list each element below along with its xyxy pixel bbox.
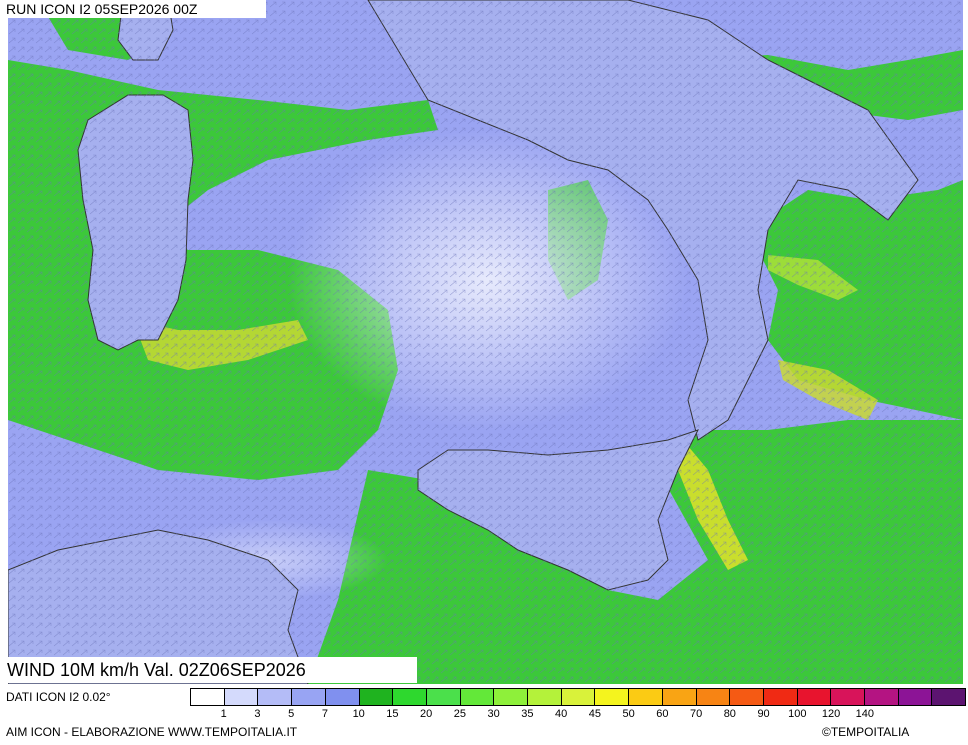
legend-swatch bbox=[932, 689, 966, 705]
legend-swatch bbox=[393, 689, 427, 705]
legend-swatch bbox=[730, 689, 764, 705]
data-source-label: DATI ICON I2 0.02° bbox=[6, 690, 111, 704]
legend-swatch bbox=[359, 689, 394, 705]
wind-arrow-field bbox=[8, 0, 963, 684]
legend-swatch bbox=[898, 689, 933, 705]
wind-speed-legend bbox=[190, 688, 966, 706]
legend-swatch bbox=[224, 689, 259, 705]
legend-swatch bbox=[426, 689, 461, 705]
run-label: RUN ICON I2 05SEP2026 00Z bbox=[4, 0, 266, 18]
legend-swatch bbox=[662, 689, 697, 705]
wind-map-canvas bbox=[8, 0, 963, 684]
legend-swatch bbox=[292, 689, 326, 705]
legend-swatch bbox=[696, 689, 731, 705]
legend-swatch bbox=[191, 689, 225, 705]
valid-time-label: WIND 10M km/h Val. 02Z06SEP2026 bbox=[4, 657, 417, 683]
legend-swatch bbox=[494, 689, 529, 705]
legend-swatch bbox=[561, 689, 596, 705]
legend-swatch bbox=[595, 689, 630, 705]
legend-swatch bbox=[831, 689, 866, 705]
legend-swatch bbox=[629, 689, 663, 705]
legend-swatch bbox=[763, 689, 798, 705]
legend-swatch bbox=[258, 689, 293, 705]
wind-map bbox=[8, 0, 963, 684]
legend-swatch bbox=[325, 689, 360, 705]
legend-swatch bbox=[797, 689, 832, 705]
legend-swatch bbox=[460, 689, 495, 705]
copyright-label: ©TEMPOITALIA bbox=[822, 725, 910, 739]
legend-swatch bbox=[528, 689, 562, 705]
legend-tick-label: 140 bbox=[855, 708, 874, 720]
credits-label: AIM ICON - ELABORAZIONE WWW.TEMPOITALIA.… bbox=[6, 725, 298, 739]
legend-swatch bbox=[865, 689, 899, 705]
legend-ticks: 1 3 5 7 10 15 20 25 30 35 40 45 50 60 70 80 90 100 120 140 bbox=[190, 708, 966, 722]
